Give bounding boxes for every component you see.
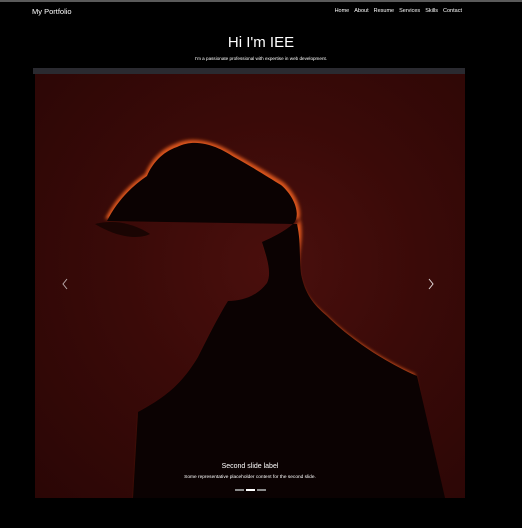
hero-subtitle: I'm a passionate professional with exper…: [194, 56, 328, 61]
nav-link-resume[interactable]: Resume: [374, 8, 394, 14]
caption-title: Second slide label: [221, 463, 279, 470]
carousel-indicators: [35, 489, 465, 491]
slide-image: [95, 139, 445, 498]
nav-link-services[interactable]: Services: [399, 8, 420, 14]
caption-text: Some representative placeholder content …: [184, 475, 316, 480]
carousel-next-button[interactable]: [411, 274, 451, 294]
image-carousel: Second slide label Some representative p…: [35, 74, 465, 498]
carousel-indicator-1[interactable]: [234, 489, 244, 491]
nav-link-about[interactable]: About: [354, 8, 368, 14]
chevron-left-icon: [62, 278, 68, 290]
page: My Portfolio Home About Resume Services …: [0, 0, 522, 528]
nav-links: Home About Resume Services Skills Contac…: [335, 8, 462, 14]
person-silhouette: [107, 142, 445, 498]
carousel-indicator-2[interactable]: [245, 489, 255, 491]
hero-title: Hi I'm IEE: [227, 34, 295, 51]
carousel-caption: Second slide label Some representative p…: [35, 463, 465, 480]
chevron-right-icon: [428, 278, 434, 290]
nav-link-home[interactable]: Home: [335, 8, 350, 14]
nav-link-contact[interactable]: Contact: [443, 8, 462, 14]
carousel-prev-button[interactable]: [45, 274, 85, 294]
hat-brim: [95, 222, 150, 237]
navbar: My Portfolio Home About Resume Services …: [0, 2, 522, 22]
navbar-brand[interactable]: My Portfolio: [32, 7, 72, 16]
carousel-indicator-3[interactable]: [256, 489, 266, 491]
nav-link-skills[interactable]: Skills: [425, 8, 438, 14]
